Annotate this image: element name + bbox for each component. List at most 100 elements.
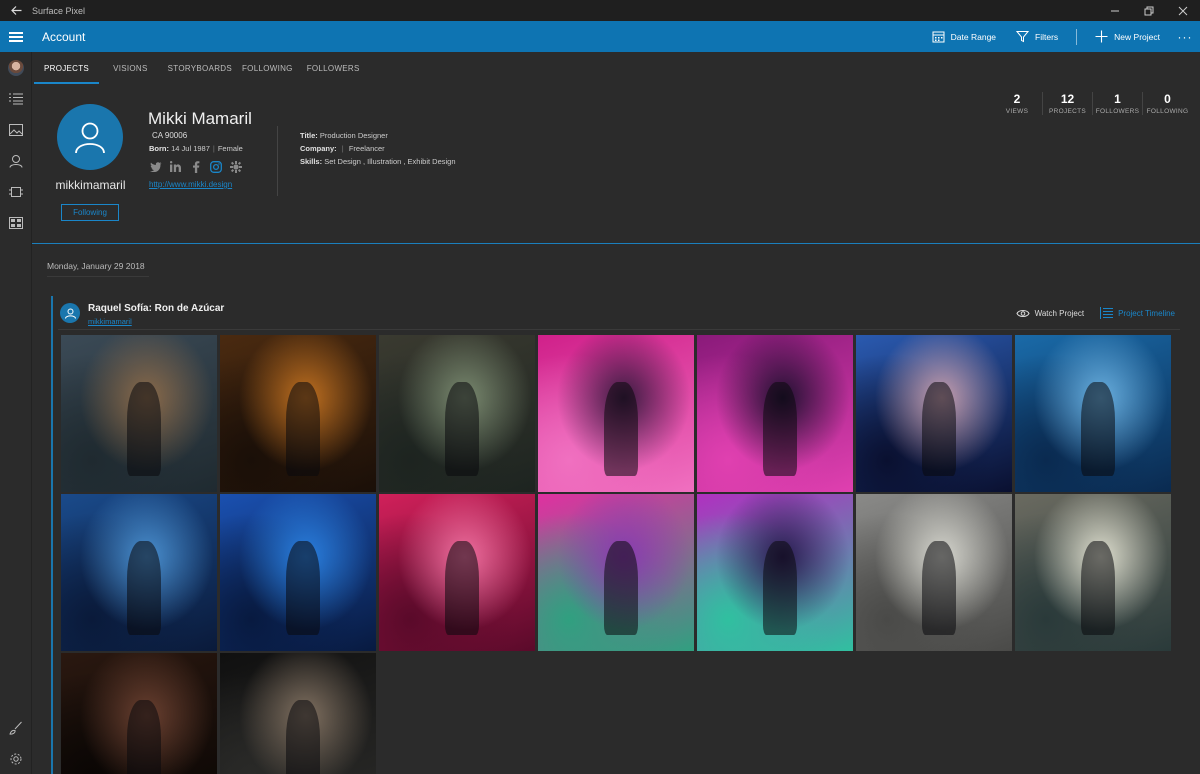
linkedin-link[interactable] [169,160,182,173]
profile-website-link[interactable]: http://www.mikki.design [149,180,232,189]
rail-item-storyboard[interactable] [0,207,32,238]
twitter-link[interactable] [149,160,162,173]
project-header: Raquel Sofía: Ron de Azúcar mikkimamaril… [58,300,1180,330]
project-photo-thumbnail[interactable] [61,494,217,651]
project-owner-link[interactable]: mikkimamaril [88,317,132,326]
project-photo-thumbnail[interactable] [61,335,217,492]
skills-label: Skills: [300,157,323,166]
rail-item-people[interactable] [0,145,32,176]
project-photo-thumbnail[interactable] [1015,494,1171,651]
photo-subject [762,541,797,636]
separator: | [212,144,215,153]
title-value: Production Designer [319,131,388,140]
stat-followers[interactable]: 1 FOLLOWERS [1092,92,1142,115]
hamburger-icon [9,35,23,38]
tab-storyboards[interactable]: STORYBOARDS [158,52,242,84]
tab-projects[interactable]: PROJECTS [34,52,100,84]
stat-label: FOLLOWING [1146,108,1189,115]
tab-visions[interactable]: VISIONS [103,52,158,84]
project-photo-thumbnail[interactable] [379,494,535,651]
person-icon [9,154,23,168]
profile-avatar[interactable] [57,104,123,170]
rail-item-gallery[interactable] [0,114,32,145]
stat-value: 12 [1060,92,1075,106]
stat-projects[interactable]: 12 PROJECTS [1042,92,1092,115]
project-title[interactable]: Raquel Sofía: Ron de Azúcar [88,303,224,314]
stat-label: FOLLOWERS [1095,108,1140,115]
close-icon [1178,6,1188,15]
stat-views: 2 VIEWS [992,92,1042,115]
title-bar: Surface Pixel [0,0,1200,21]
new-project-label: New Project [1114,31,1160,42]
tab-label: FOLLOWERS [306,63,360,73]
date-underline [47,276,149,277]
filters-label: Filters [1035,31,1059,42]
filters-button[interactable]: Filters [1006,21,1068,52]
following-button[interactable]: Following [61,204,119,221]
project-photo-thumbnail[interactable] [220,653,376,774]
profile-details: Title: Production Designer Company: | Fr… [300,129,456,168]
storyboard-icon [9,216,23,229]
more-options-button[interactable]: ··· [1170,30,1200,44]
filter-icon [1016,31,1030,43]
profile-born: Born: 14 Jul 1987 | Female [149,144,243,153]
project-photo-thumbnail[interactable] [697,494,853,651]
tab-label: VISIONS [113,63,148,73]
new-project-button[interactable]: New Project [1085,21,1170,52]
photo-subject [1080,541,1115,636]
rail-item-list[interactable] [0,83,32,114]
minimize-icon [1111,10,1119,11]
tab-label: FOLLOWING [242,63,293,73]
tab-label: STORYBOARDS [167,63,232,73]
project-photo-thumbnail[interactable] [856,494,1012,651]
facebook-icon [192,160,199,173]
project-accent-bar [51,296,53,774]
rail-item-film[interactable] [0,176,32,207]
project-photo-thumbnail[interactable] [61,653,217,774]
project-photo-thumbnail[interactable] [1015,335,1171,492]
photo-subject [603,541,638,636]
stat-value: 2 [1013,92,1021,106]
minimize-button[interactable] [1098,0,1132,21]
profile-display-name: Mikki Mamaril [148,109,252,128]
project-photo-thumbnail[interactable] [697,335,853,492]
project-photo-thumbnail[interactable] [220,494,376,651]
project-photo-thumbnail[interactable] [856,335,1012,492]
profile-username: mikkimamaril [55,178,126,192]
page-title: Account [42,29,86,44]
profile-stats: 2 VIEWS 12 PROJECTS 1 FOLLOWERS 0 FOLLOWING [992,92,1192,115]
date-range-button[interactable]: Date Range [922,21,1006,52]
stat-following[interactable]: 0 FOLLOWING [1142,92,1192,115]
tab-followers[interactable]: FOLLOWERS [303,52,370,84]
instagram-icon [209,160,222,173]
close-button[interactable] [1166,0,1200,21]
list-icon [9,93,23,104]
watch-project-button[interactable]: Watch Project [1016,309,1084,318]
profile-divider [277,126,278,196]
project-timeline-button[interactable]: Project Timeline [1100,307,1175,319]
rail-item-settings[interactable] [0,743,32,774]
feed-date: Monday, January 29 2018 [47,261,145,271]
project-photo-thumbnail[interactable] [379,335,535,492]
rail-account-avatar[interactable] [0,52,32,83]
back-button[interactable] [0,0,32,21]
profile-header: mikkimamaril Following Mikki Mamaril CA … [32,84,1200,244]
rail-item-brush[interactable] [0,712,32,743]
project-owner-avatar[interactable] [60,303,80,323]
tab-following[interactable]: FOLLOWING [242,52,303,84]
restore-button[interactable] [1132,0,1166,21]
photo-subject [444,382,479,477]
hamburger-menu-button[interactable] [0,21,32,52]
project-photo-thumbnail[interactable] [538,335,694,492]
settings-link[interactable] [229,160,242,173]
image-icon [9,123,23,136]
rail-bottom-group [0,712,32,774]
project-photo-thumbnail[interactable] [220,335,376,492]
instagram-link[interactable] [209,160,222,173]
facebook-link[interactable] [189,160,202,173]
window-controls [1098,0,1200,21]
born-label: Born: [149,144,169,153]
born-date: 14 Jul 1987 [171,144,210,153]
photo-subject [285,382,320,477]
project-photo-thumbnail[interactable] [538,494,694,651]
